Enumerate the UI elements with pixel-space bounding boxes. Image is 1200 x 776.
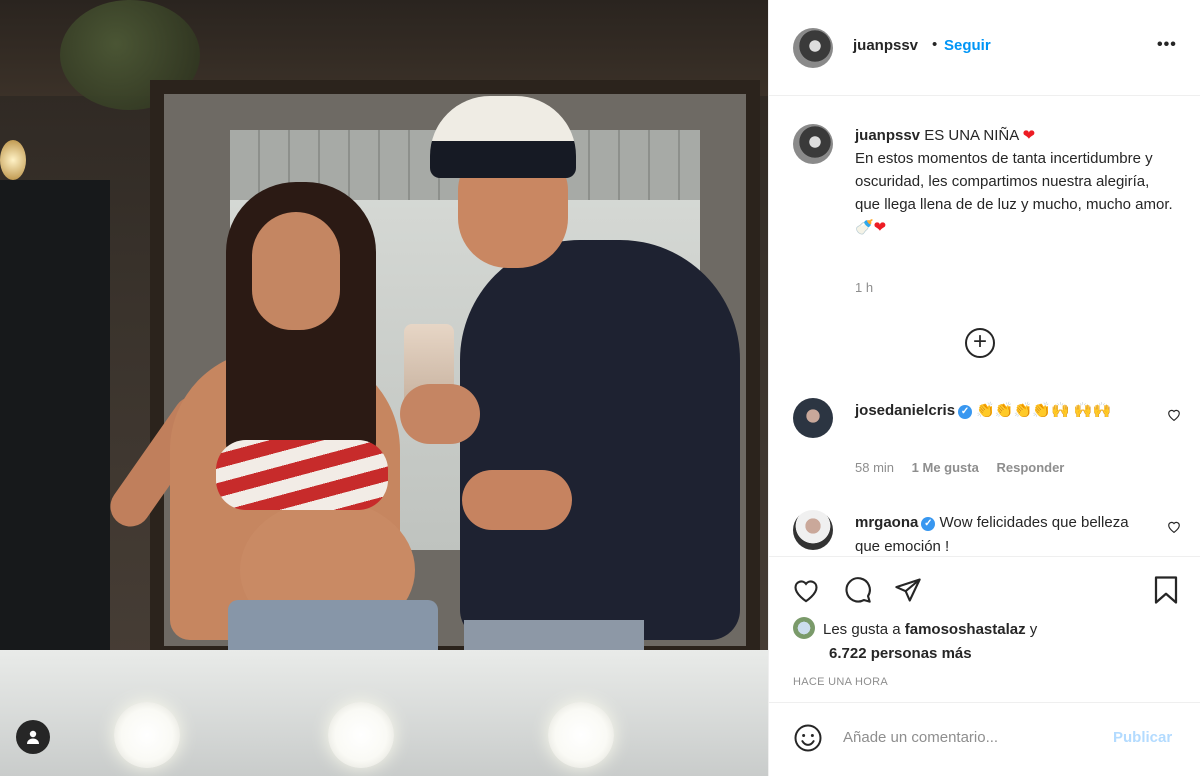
liked-by-prefix: Les gusta a [823, 621, 901, 638]
comment-meta: 58 min 1 Me gusta Responder [855, 460, 1078, 475]
comment-composer: Añade un comentario... Publicar [769, 702, 1200, 776]
post-actions: Les gusta a famososhastalaz y 6.722 pers… [769, 556, 1200, 686]
comment-text: 👏👏👏👏🙌 🙌🙌 [976, 402, 1112, 419]
photo-dark-door [0, 180, 110, 650]
photo-bulb [548, 702, 614, 768]
red-heart-emoji: ❤ [1022, 127, 1036, 144]
commenter-username[interactable]: mrgaona [855, 514, 918, 531]
photo-woman-face [252, 212, 340, 330]
commenter-avatar[interactable] [793, 510, 833, 550]
save-bookmark-icon[interactable] [1149, 573, 1183, 607]
follow-button[interactable]: Seguir [944, 37, 991, 54]
post-side-panel: juanpssv • Seguir ••• juanpssv ES UNA NI… [768, 0, 1200, 776]
liked-by-user[interactable]: famososhastalaz [905, 621, 1026, 638]
comment: mrgaona ✓ Wow felicidades que belleza que… [793, 510, 1188, 556]
likes-summary: Les gusta a famososhastalaz y 6.722 pers… [793, 617, 1037, 666]
post-header: juanpssv • Seguir ••• [769, 0, 1200, 96]
photo-lamp [0, 140, 26, 180]
caption-username[interactable]: juanpssv [855, 127, 920, 144]
photo-striped-top [216, 440, 388, 510]
comment-bubble-icon[interactable] [841, 573, 875, 607]
publish-button[interactable]: Publicar [1113, 729, 1172, 746]
comment-like-heart-icon[interactable] [1167, 520, 1181, 536]
load-more-comments-button[interactable]: + [965, 328, 995, 358]
caption-text: juanpssv ES UNA NIÑA ❤ En estos momentos… [855, 124, 1175, 239]
caption-timestamp[interactable]: 1 h [855, 280, 873, 295]
photo-man [460, 240, 740, 640]
comment-body: josedanielcris ✓ 👏👏👏👏🙌 🙌🙌 [855, 399, 1155, 423]
liked-by-conj: y [1029, 621, 1038, 638]
photo-woman-hand [400, 384, 480, 444]
author-avatar[interactable] [793, 28, 833, 68]
user-icon [27, 730, 39, 744]
commenter-avatar[interactable] [793, 398, 833, 438]
like-heart-icon[interactable] [789, 573, 823, 607]
caption-author-avatar[interactable] [793, 124, 833, 164]
photo-man-hand [462, 470, 572, 530]
more-options-icon[interactable]: ••• [1157, 36, 1177, 54]
emoji-smiley-icon[interactable] [793, 723, 823, 753]
comment-reply-button[interactable]: Responder [996, 460, 1064, 475]
share-send-icon[interactable] [891, 573, 925, 607]
photo-bulb [114, 702, 180, 768]
comment-like-heart-icon[interactable] [1167, 408, 1181, 424]
post-timestamp[interactable]: HACE UNA HORA [793, 676, 888, 688]
author-username[interactable]: juanpssv [853, 37, 918, 54]
liker-avatar[interactable] [793, 617, 815, 639]
header-separator: • [932, 36, 938, 53]
comment-input[interactable]: Añade un comentario... [843, 729, 998, 746]
caption-end-emoji: 🍼❤ [855, 219, 887, 236]
photo-bulb [328, 702, 394, 768]
caption-title: ES UNA NIÑA [924, 127, 1019, 144]
tagged-users-button[interactable] [16, 720, 50, 754]
likes-count[interactable]: 6.722 personas más [829, 645, 972, 662]
comment-time[interactable]: 58 min [855, 460, 894, 475]
commenter-username[interactable]: josedanielcris [855, 402, 955, 419]
comment-likes[interactable]: 1 Me gusta [912, 460, 979, 475]
caption-body: En estos momentos de tanta incertidumbre… [855, 150, 1173, 213]
post-photo[interactable] [0, 0, 768, 776]
comment-body: mrgaona ✓ Wow felicidades que belleza que… [855, 511, 1155, 556]
verified-badge-icon: ✓ [958, 405, 973, 419]
verified-badge-icon: ✓ [921, 517, 936, 531]
